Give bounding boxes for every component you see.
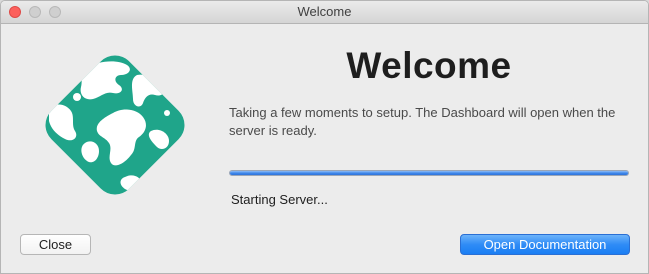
window-title: Welcome [297, 4, 352, 19]
progress-fill [230, 171, 628, 175]
close-button[interactable]: Close [20, 234, 91, 255]
globe-logo-icon [45, 55, 185, 195]
setup-message: Taking a few moments to setup. The Dashb… [229, 105, 616, 138]
setup-progress-bar [229, 170, 629, 176]
title-bar[interactable]: Welcome [1, 1, 648, 24]
status-text: Starting Server... [231, 192, 328, 207]
open-documentation-button[interactable]: Open Documentation [460, 234, 630, 255]
welcome-window: Welcome Welcome Taking a few moments to … [0, 0, 649, 274]
welcome-heading: Welcome [346, 45, 512, 86]
